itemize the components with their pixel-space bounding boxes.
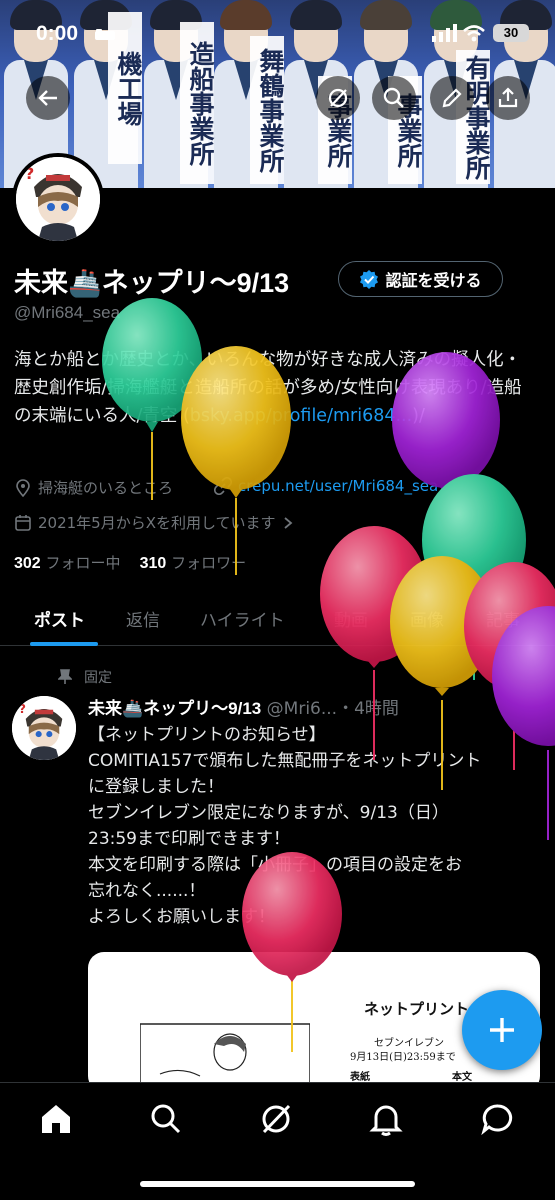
nav-home[interactable]: [38, 1101, 74, 1137]
nav-grok[interactable]: [258, 1101, 294, 1137]
nav-notifications[interactable]: [368, 1101, 404, 1137]
balloon-yellow: [181, 346, 291, 490]
messages-icon: [481, 1104, 513, 1136]
grok-icon: [262, 1104, 291, 1134]
home-icon: [42, 1105, 70, 1133]
nav-search[interactable]: [148, 1101, 184, 1137]
balloon-red: [242, 852, 342, 976]
search-icon: [151, 1104, 181, 1134]
nav-messages[interactable]: [480, 1101, 516, 1137]
birthday-balloons: [102, 298, 555, 1052]
balloon-purple: [392, 352, 500, 488]
notifications-icon: [369, 1105, 403, 1136]
home-indicator[interactable]: [140, 1181, 415, 1187]
